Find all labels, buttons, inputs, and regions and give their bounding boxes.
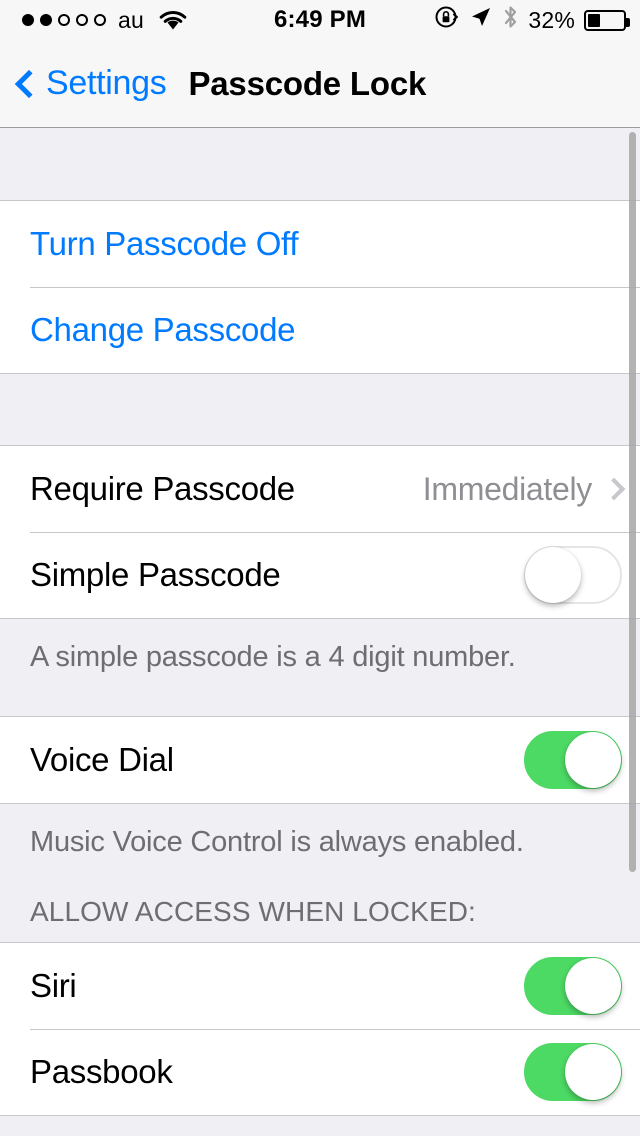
require-passcode-value: Immediately <box>422 470 593 507</box>
siri-toggle[interactable] <box>524 957 622 1015</box>
chevron-right-icon <box>602 475 626 503</box>
passbook-toggle[interactable] <box>524 1043 622 1101</box>
back-button-label: Settings <box>46 64 167 102</box>
simple-passcode-footer: A simple passcode is a 4 digit number. <box>0 619 640 716</box>
bluetooth-icon <box>502 4 519 36</box>
passbook-right <box>524 1043 622 1101</box>
group-gap-1 <box>0 374 640 445</box>
status-bar-right: 32% <box>434 4 630 36</box>
toggle-knob <box>565 732 621 788</box>
row-siri[interactable]: Siri <box>0 943 640 1029</box>
page-title: Passcode Lock <box>188 64 427 102</box>
row-change-passcode[interactable]: Change Passcode <box>0 287 640 373</box>
row-turn-passcode-off[interactable]: Turn Passcode Off <box>0 201 640 287</box>
group-voice: Voice Dial <box>0 716 640 804</box>
battery-icon <box>584 9 630 31</box>
chevron-left-icon <box>14 65 44 103</box>
rotation-lock-icon <box>434 4 460 36</box>
group-allow-access: Siri Passbook <box>0 942 640 1116</box>
simple-passcode-toggle[interactable] <box>524 546 622 604</box>
row-simple-passcode[interactable]: Simple Passcode <box>0 532 640 618</box>
require-passcode-label: Require Passcode <box>30 470 295 507</box>
turn-passcode-off-label: Turn Passcode Off <box>30 225 299 262</box>
navigation-bar: Settings Passcode Lock <box>0 40 640 128</box>
siri-right <box>524 957 622 1015</box>
simple-passcode-label: Simple Passcode <box>30 556 281 593</box>
group-gap-top <box>0 129 640 200</box>
voice-dial-footer: Music Voice Control is always enabled. <box>0 804 640 874</box>
require-passcode-right: Immediately <box>422 470 626 508</box>
iphone-screen: au 6:49 PM 32% Settings Passcode Lock Tu… <box>0 0 640 1136</box>
voice-dial-toggle[interactable] <box>524 731 622 789</box>
group-passcode-actions: Turn Passcode Off Change Passcode <box>0 200 640 374</box>
toggle-knob <box>525 547 581 603</box>
allow-access-section-header: ALLOW ACCESS WHEN LOCKED: <box>0 874 640 942</box>
group-passcode-options: Require Passcode Immediately Simple Pass… <box>0 445 640 619</box>
change-passcode-label: Change Passcode <box>30 311 296 348</box>
toggle-knob <box>565 1044 621 1100</box>
row-voice-dial[interactable]: Voice Dial <box>0 717 640 803</box>
settings-list[interactable]: Turn Passcode Off Change Passcode Requir… <box>0 129 640 1136</box>
passbook-label: Passbook <box>30 1053 173 1090</box>
location-arrow-icon <box>469 5 493 35</box>
row-require-passcode[interactable]: Require Passcode Immediately <box>0 446 640 532</box>
simple-passcode-right <box>524 546 622 604</box>
status-bar: au 6:49 PM 32% <box>0 0 640 40</box>
toggle-knob <box>565 958 621 1014</box>
battery-fill <box>588 13 601 27</box>
battery-percent-label: 32% <box>528 6 575 33</box>
voice-dial-right <box>524 731 622 789</box>
back-button[interactable]: Settings <box>14 64 167 103</box>
siri-label: Siri <box>30 967 77 1004</box>
vertical-scrollbar[interactable] <box>629 132 636 872</box>
voice-dial-label: Voice Dial <box>30 741 174 778</box>
row-passbook[interactable]: Passbook <box>0 1029 640 1115</box>
